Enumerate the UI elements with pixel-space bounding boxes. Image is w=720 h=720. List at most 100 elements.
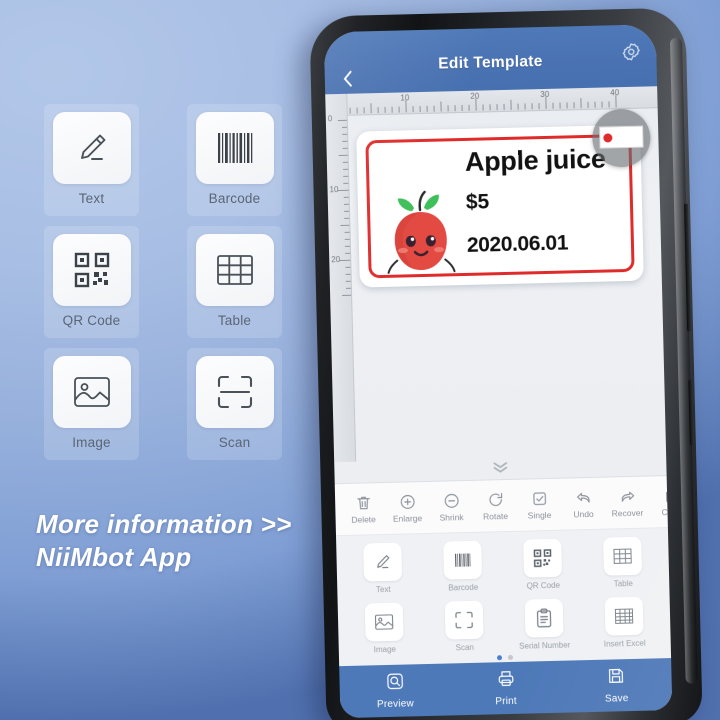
image-icon: [364, 602, 404, 642]
insert-label: Image: [373, 644, 397, 655]
feature-label: QR Code: [62, 313, 121, 328]
table-icon: [195, 234, 274, 306]
toolbar-item-rotate[interactable]: Rotate: [473, 490, 518, 521]
toolbar-label: Rotate: [482, 510, 509, 522]
feature-label: Text: [78, 191, 105, 206]
barcode-icon: [195, 112, 274, 184]
qrcode-icon: [523, 538, 563, 578]
phone-power-button[interactable]: [688, 379, 694, 446]
promo-line-1: More information >>: [36, 509, 292, 539]
toolbar-item-enlarge[interactable]: Enlarge: [385, 492, 430, 523]
insert-element-grid: Text Barcode QR Code Table Image Scan Se…: [336, 528, 672, 667]
phone-mockup: Edit Template 10 20 30 40 0 10 20 Apple …: [309, 7, 703, 720]
feature-card-text[interactable]: Text: [44, 104, 139, 216]
app-header: Edit Template: [323, 24, 658, 95]
scan-icon: [195, 356, 274, 428]
insert-item-table[interactable]: Table: [582, 536, 663, 596]
ruler-mark: 10: [400, 93, 410, 103]
vertical-ruler: 0 10 20: [325, 93, 357, 463]
edit-toolbar: Delete Enlarge Shrink Rotate Single Undo…: [334, 476, 668, 537]
pencil-icon: [52, 112, 131, 184]
toolbar-item-undo[interactable]: Undo: [561, 488, 606, 519]
toolbar-label: Undo: [573, 508, 594, 519]
feature-label: Scan: [218, 435, 251, 450]
action-label: Save: [604, 693, 629, 705]
preview-button[interactable]: Preview: [339, 670, 451, 711]
toolbar-item-shrink[interactable]: Shrink: [429, 491, 474, 522]
insert-item-insert-excel[interactable]: Insert Excel: [584, 596, 665, 656]
toolbar-label: Shrink: [439, 511, 464, 523]
ruler-mark: 40: [610, 88, 620, 98]
insert-label: Barcode: [448, 582, 479, 593]
feature-label: Table: [217, 313, 252, 328]
toolbar-label: Recover: [611, 507, 644, 518]
toolbar-item-delete[interactable]: Delete: [341, 493, 386, 524]
insert-item-text[interactable]: Text: [342, 542, 423, 602]
feature-card-image[interactable]: Image: [44, 348, 139, 460]
label-date-text[interactable]: 2020.06.01: [467, 231, 569, 257]
clipboard-icon: [524, 598, 564, 638]
feature-label: Image: [72, 435, 111, 450]
save-button[interactable]: Save: [561, 665, 673, 706]
toolbar-item-copy[interactable]: Copy: [649, 486, 668, 517]
insert-label: Insert Excel: [603, 638, 646, 649]
ruler-mark: 20: [331, 255, 341, 265]
pencil-icon: [363, 542, 403, 582]
insert-label: QR Code: [526, 580, 561, 591]
phone-body: Edit Template 10 20 30 40 0 10 20 Apple …: [309, 7, 703, 720]
toolbar-item-single[interactable]: Single: [517, 489, 562, 520]
toolbar-label: Copy: [661, 506, 668, 517]
toolbar-label: Delete: [351, 513, 376, 525]
toolbar-label: Single: [527, 509, 552, 521]
printer-icon: [496, 669, 516, 693]
page-dot-active[interactable]: [496, 655, 503, 661]
insert-item-scan[interactable]: Scan: [424, 600, 505, 660]
image-icon: [52, 356, 131, 428]
label-price-text[interactable]: $5: [466, 190, 490, 215]
ruler-mark: 30: [540, 89, 550, 100]
insert-item-serial-number[interactable]: Serial Number: [504, 598, 585, 658]
phone-screen: Edit Template 10 20 30 40 0 10 20 Apple …: [323, 24, 673, 719]
table-icon: [603, 536, 643, 576]
ruler-mark: 10: [329, 185, 339, 195]
barcode-icon: [443, 540, 483, 580]
print-button[interactable]: Print: [450, 668, 562, 709]
save-icon: [606, 666, 626, 690]
feature-card-barcode[interactable]: Barcode: [187, 104, 282, 216]
page-dot[interactable]: [507, 654, 514, 661]
toolbar-label: Enlarge: [392, 512, 423, 524]
magnifier-loupe[interactable]: [591, 108, 652, 168]
insert-item-barcode[interactable]: Barcode: [422, 540, 503, 600]
insert-label: Serial Number: [519, 640, 571, 651]
gear-icon[interactable]: [618, 39, 645, 66]
feature-grid: Text Barcode QR Code Table Image Scan: [44, 104, 294, 464]
insert-label: Table: [613, 578, 633, 589]
insert-item-qrcode[interactable]: QR Code: [502, 538, 583, 598]
insert-item-image[interactable]: Image: [344, 602, 425, 662]
ruler-mark: 0: [327, 114, 333, 124]
label-title-text[interactable]: Apple juice: [465, 144, 606, 178]
feature-card-scan[interactable]: Scan: [187, 348, 282, 460]
action-label: Preview: [376, 698, 415, 711]
page-title: Edit Template: [438, 53, 543, 73]
label-design-card[interactable]: Apple juice $5 2020.06.01: [356, 108, 652, 288]
label-canvas[interactable]: 0 10 20 30 40: [325, 86, 667, 463]
chevron-double-down-icon: [490, 459, 510, 477]
scan-icon: [444, 600, 484, 640]
promo-text: More information >> NiiMbot App: [36, 508, 366, 575]
toolbar-item-recover[interactable]: Recover: [605, 487, 650, 518]
preview-icon: [385, 672, 405, 696]
bottom-action-bar: Preview Print Save: [339, 658, 673, 719]
apple-character[interactable]: [379, 185, 465, 277]
qrcode-icon: [52, 234, 131, 306]
spreadsheet-icon: [604, 596, 644, 636]
promo-line-2: NiiMbot App: [36, 542, 192, 573]
action-label: Print: [495, 695, 518, 708]
promo-canvas: Text Barcode QR Code Table Image Scan Mo…: [0, 0, 720, 720]
insert-label: Scan: [455, 642, 474, 653]
feature-card-qrcode[interactable]: QR Code: [44, 226, 139, 338]
feature-card-table[interactable]: Table: [187, 226, 282, 338]
feature-label: Barcode: [208, 191, 261, 206]
ruler-mark: 20: [470, 91, 480, 101]
phone-side-rail: [669, 37, 698, 684]
